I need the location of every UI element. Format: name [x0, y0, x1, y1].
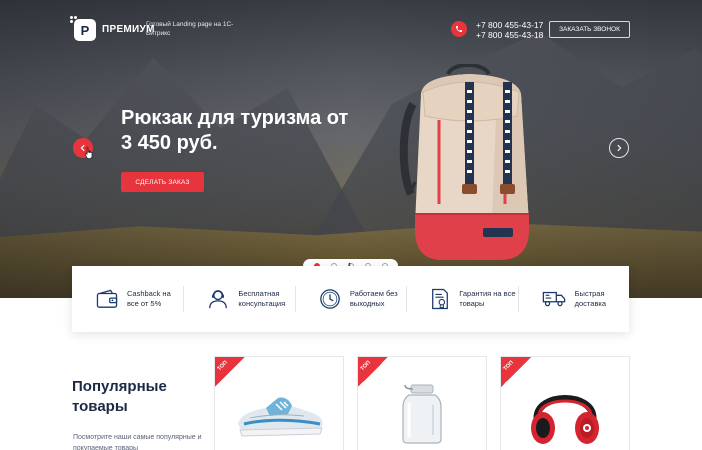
header-tagline: Готовый Landing page на 1С-Битрикс [146, 21, 234, 37]
feature-cashback: Cashback на все от 5% [72, 266, 183, 332]
phone-icon [451, 21, 467, 37]
wallet-icon [96, 289, 118, 308]
feature-consultation: Бесплатная консультация [183, 266, 294, 332]
section-description: Посмотрите наши самые популярные и покуп… [73, 434, 202, 450]
product-card[interactable]: ТОП [500, 356, 630, 450]
section-title: Популярные товары [72, 378, 167, 415]
logo-icon[interactable]: P [74, 19, 96, 41]
feature-label: Работаем без выходных [349, 288, 398, 309]
phone-number[interactable]: +7 800 455-43-18 [476, 30, 543, 40]
hero-title: Рюкзак для туризма от 3 450 руб. [121, 107, 349, 154]
feature-label: Быстрая доставка [574, 288, 607, 309]
feature-label: Cashback на все от 5% [127, 288, 171, 309]
clock-icon [320, 289, 340, 309]
support-agent-icon [209, 290, 228, 309]
features-bar: Cashback на все от 5% Бесплатная консуль… [72, 266, 629, 332]
feature-working-hours: Работаем без выходных [294, 266, 406, 332]
request-call-button[interactable]: ЗАКАЗАТЬ ЗВОНОК [549, 21, 630, 38]
place-order-button[interactable]: СДЕЛАТЬ ЗАКАЗ [121, 172, 204, 192]
feature-delivery: Быстрая доставка [517, 266, 629, 332]
product-card[interactable]: ТОП [357, 356, 487, 450]
product-image-sneakers [238, 396, 323, 437]
delivery-truck-icon [542, 291, 565, 307]
product-image-glass-jar [402, 384, 442, 444]
hand-cursor-icon [84, 146, 93, 159]
certificate-icon [432, 288, 449, 310]
slider-next-button[interactable] [609, 138, 629, 158]
chevron-right-icon [617, 144, 622, 152]
hero-banner [0, 0, 702, 298]
backpack-image [399, 64, 529, 260]
feature-label: Гарантия на все товары [459, 288, 516, 309]
feature-label: Бесплатная консультация [238, 288, 286, 309]
phone-number[interactable]: +7 800 455-43-17 [476, 20, 543, 30]
product-image-headphones [531, 394, 599, 444]
phone-numbers[interactable]: +7 800 455-43-17 +7 800 455-43-18 [476, 20, 543, 40]
feature-warranty: Гарантия на все товары [406, 266, 517, 332]
product-card[interactable]: ТОП [214, 356, 344, 450]
